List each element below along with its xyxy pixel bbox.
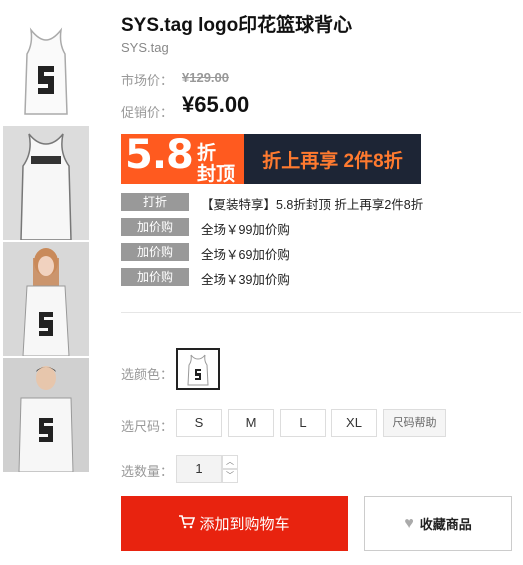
quantity-decrease-button[interactable]: ﹀ xyxy=(222,469,238,483)
promo-text: 【夏装特享】5.8折封顶 折上再享2件8折 xyxy=(201,198,424,212)
thumbnail-back[interactable] xyxy=(3,126,89,240)
size-option-m[interactable]: M xyxy=(228,409,274,437)
size-label: 选尺码： xyxy=(121,419,174,434)
favorite-button[interactable]: ♥ 收藏商品 xyxy=(364,496,512,551)
promo-row: 打折 【夏装特享】5.8折封顶 折上再享2件8折 xyxy=(121,193,521,212)
banner-discount: 5.8 xyxy=(125,132,194,178)
promo-price-value: ¥65.00 xyxy=(182,92,250,117)
chevron-down-icon: ﹀ xyxy=(226,471,234,480)
quantity-increase-button[interactable]: ︿ xyxy=(222,455,238,469)
quantity-label: 选数量： xyxy=(121,464,174,479)
market-price-label: 市场价： xyxy=(121,73,174,88)
promo-price-label: 促销价： xyxy=(121,105,174,120)
promo-banner: 5.8 折 封顶 折上再享 2件8折 xyxy=(121,132,421,185)
heart-icon: ♥ xyxy=(404,514,414,532)
quantity-input[interactable]: 1 xyxy=(176,455,222,483)
promo-tag: 加价购 xyxy=(121,268,189,286)
market-price-row: 市场价： ¥129.00 xyxy=(121,70,229,90)
product-brand[interactable]: SYS.tag xyxy=(121,40,169,55)
banner-extra-offer: 折上再享 2件8折 xyxy=(244,134,421,184)
size-help-button[interactable]: 尺码帮助 xyxy=(383,409,446,437)
color-label: 选颜色： xyxy=(121,367,174,382)
promo-tag: 加价购 xyxy=(121,218,189,236)
promo-tag: 加价购 xyxy=(121,243,189,261)
promo-text: 全场￥99加价购 xyxy=(201,223,290,237)
add-to-cart-button[interactable]: 添加到购物车 xyxy=(121,496,348,551)
thumbnail-front[interactable] xyxy=(3,10,89,124)
promo-tag: 打折 xyxy=(121,193,189,211)
thumbnail-strip xyxy=(3,10,89,474)
section-divider xyxy=(121,312,521,313)
banner-fengding: 封顶 xyxy=(197,164,236,185)
promo-text: 全场￥39加价购 xyxy=(201,273,290,287)
product-title: SYS.tag logo印花篮球背心 xyxy=(121,15,353,36)
favorite-label: 收藏商品 xyxy=(419,517,472,532)
banner-discount-block: 5.8 折 封顶 xyxy=(121,132,244,185)
promo-row: 加价购 全场￥69加价购 xyxy=(121,243,521,262)
thumbnail-male-model[interactable] xyxy=(3,358,89,472)
promo-row: 加价购 全场￥39加价购 xyxy=(121,268,521,287)
chevron-up-icon: ︿ xyxy=(226,457,234,466)
promo-text: 全场￥69加价购 xyxy=(201,248,290,262)
color-swatch-white[interactable] xyxy=(176,348,220,390)
shopping-cart-icon xyxy=(179,514,196,533)
size-option-l[interactable]: L xyxy=(280,409,326,437)
market-price-value: ¥129.00 xyxy=(182,70,229,85)
thumbnail-female-model[interactable] xyxy=(3,242,89,356)
size-option-xl[interactable]: XL xyxy=(331,409,377,437)
add-to-cart-label: 添加到购物车 xyxy=(199,516,290,533)
size-option-s[interactable]: S xyxy=(176,409,222,437)
tank-top-icon xyxy=(187,354,209,386)
promo-row: 加价购 全场￥99加价购 xyxy=(121,218,521,237)
